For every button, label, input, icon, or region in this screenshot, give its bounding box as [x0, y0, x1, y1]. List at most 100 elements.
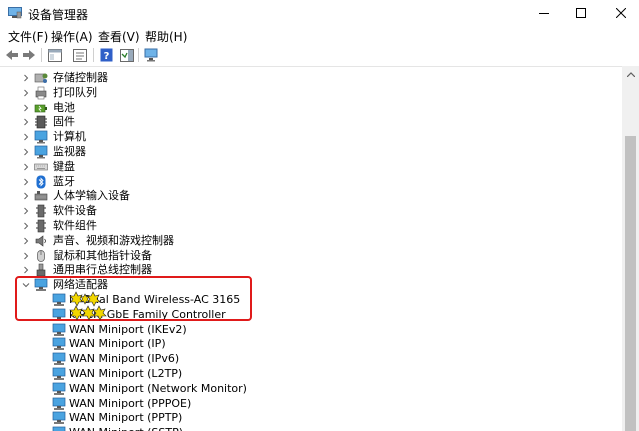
tree-node-network-adapter[interactable]: WAN Miniport (L2TP): [0, 367, 622, 382]
tree-node-label: 声音、视频和游戏控制器: [53, 233, 174, 247]
device-manager-icon: [8, 7, 22, 19]
network-adapter-label: WAN Miniport (IKEv2): [69, 322, 187, 336]
network-adapter-icon: [52, 397, 66, 410]
tree-node-category[interactable]: 电池: [0, 101, 622, 116]
close-button[interactable]: [598, 0, 639, 26]
network-adapter-label: WAN Miniport (PPPOE): [69, 396, 192, 410]
vertical-scrollbar[interactable]: [622, 66, 639, 431]
monitor-icon: [34, 145, 48, 159]
chevron-right-icon[interactable]: [22, 89, 30, 97]
menu-help[interactable]: 帮助(H): [145, 28, 187, 45]
chevron-up-icon: [626, 72, 635, 77]
storage-controller-icon: [34, 73, 48, 83]
toolbar-separator: [93, 48, 94, 62]
network-adapter-icon: [52, 338, 66, 351]
window-title: 设备管理器: [28, 8, 89, 22]
chevron-right-icon[interactable]: [22, 252, 30, 260]
network-adapter-label: WAN Miniport (IP): [69, 337, 166, 351]
chevron-right-icon[interactable]: [22, 163, 30, 171]
tree-node-network-adapter[interactable]: WAN Miniport (PPPOE): [0, 397, 622, 412]
tree-node-label: 电池: [53, 100, 75, 114]
tree-node-network-adapter[interactable]: WAN Miniport (IP): [0, 337, 622, 352]
tree-node-category[interactable]: 计算机: [0, 130, 622, 145]
redaction-mark: [69, 305, 107, 321]
back-button[interactable]: [3, 46, 21, 64]
tree-node-category[interactable]: 鼠标和其他指针设备: [0, 249, 622, 264]
mouse-icon: [37, 249, 45, 262]
chevron-right-icon[interactable]: [22, 192, 30, 200]
minimize-icon: [539, 13, 549, 14]
scan-hardware-icon: [144, 48, 157, 62]
help-icon: ?: [100, 48, 112, 62]
tree-node-category[interactable]: 人体学输入设备: [0, 189, 622, 204]
network-adapter-icon: [52, 382, 66, 395]
arrow-right-icon: [23, 50, 35, 60]
tree-node-label: 打印队列: [53, 85, 97, 99]
action-pane-icon: [120, 48, 134, 62]
tree-node-category[interactable]: 声音、视频和游戏控制器: [0, 234, 622, 249]
chevron-right-icon[interactable]: [22, 133, 30, 141]
tree-node-category[interactable]: 存储控制器: [0, 71, 622, 86]
scroll-thumb[interactable]: [625, 136, 636, 431]
network-adapter-icon: [52, 367, 66, 380]
forward-button[interactable]: [20, 46, 38, 64]
network-adapter-icon: [52, 412, 66, 425]
scan-hardware-button[interactable]: [142, 46, 160, 64]
action-pane-button[interactable]: [118, 46, 136, 64]
tree-node-network-adapter[interactable]: WAN Miniport (PPTP): [0, 411, 622, 426]
tree-node-label: 鼠标和其他指针设备: [53, 248, 152, 262]
menu-view[interactable]: 查看(V): [98, 28, 140, 45]
tree-node-label: 蓝牙: [53, 174, 75, 188]
menu-file[interactable]: 文件(F): [8, 28, 48, 45]
chevron-right-icon[interactable]: [22, 237, 30, 245]
sound-icon: [35, 235, 46, 247]
network-adapter-label: WAN Miniport (SSTP): [69, 426, 183, 431]
tree-node-category[interactable]: 软件设备: [0, 204, 622, 219]
console-tree-icon: [48, 48, 62, 62]
tree-node-network-adapter[interactable]: WAN Miniport (SSTP): [0, 426, 622, 431]
tree-node-label: 软件设备: [53, 204, 97, 218]
software-component-icon: [36, 219, 46, 233]
tree-node-category[interactable]: 软件组件: [0, 219, 622, 234]
network-adapter-highlight: [15, 276, 252, 321]
chevron-right-icon[interactable]: [22, 104, 30, 112]
chevron-right-icon[interactable]: [22, 222, 30, 230]
network-adapter-label: WAN Miniport (IPv6): [69, 352, 180, 366]
close-icon: [616, 8, 626, 18]
network-adapter-icon: [52, 426, 66, 431]
menu-bar: 文件(F) 操作(A) 查看(V) 帮助(H): [0, 26, 639, 44]
tree-node-label: 计算机: [53, 130, 86, 144]
firmware-icon: [35, 116, 47, 129]
help-button[interactable]: ?: [97, 46, 115, 64]
chevron-right-icon[interactable]: [22, 148, 30, 156]
menu-action[interactable]: 操作(A): [51, 28, 93, 45]
keyboard-icon: [34, 163, 48, 171]
tree-node-category[interactable]: 打印队列: [0, 86, 622, 101]
tree-node-label: 存储控制器: [53, 71, 108, 84]
tree-node-category[interactable]: 监视器: [0, 145, 622, 160]
properties-button[interactable]: [71, 46, 89, 64]
chevron-right-icon[interactable]: [22, 74, 30, 82]
tree-node-network-adapter[interactable]: WAN Miniport (IKEv2): [0, 323, 622, 338]
tree-node-label: 软件组件: [53, 219, 97, 232]
tree-node-label: 键盘: [53, 159, 75, 173]
hid-icon: [34, 191, 48, 201]
tree-node-network-adapter[interactable]: WAN Miniport (Network Monitor): [0, 382, 622, 397]
tree-node-network-adapter[interactable]: WAN Miniport (IPv6): [0, 352, 622, 367]
svg-text:?: ?: [103, 51, 109, 62]
show-hide-console-tree-button[interactable]: [46, 46, 64, 64]
tree-node-category[interactable]: 固件: [0, 115, 622, 130]
scroll-up-button[interactable]: [622, 66, 639, 83]
toolbar-separator: [138, 48, 139, 62]
chevron-right-icon[interactable]: [22, 118, 30, 126]
device-tree: 存储控制器 打印队列 电池 固件 计算机 监视器 键盘 蓝牙 人体学输入设备 软件设备 软件组件 声音…: [0, 66, 622, 431]
chevron-right-icon[interactable]: [22, 266, 30, 274]
title-bar: 设备管理器: [0, 0, 639, 26]
tree-node-category[interactable]: 键盘: [0, 160, 622, 175]
chevron-right-icon[interactable]: [22, 178, 30, 186]
battery-icon: [34, 104, 47, 112]
maximize-icon: [576, 8, 586, 18]
chevron-right-icon[interactable]: [22, 207, 30, 215]
software-device-icon: [36, 204, 46, 218]
tree-node-category[interactable]: 蓝牙: [0, 175, 622, 190]
